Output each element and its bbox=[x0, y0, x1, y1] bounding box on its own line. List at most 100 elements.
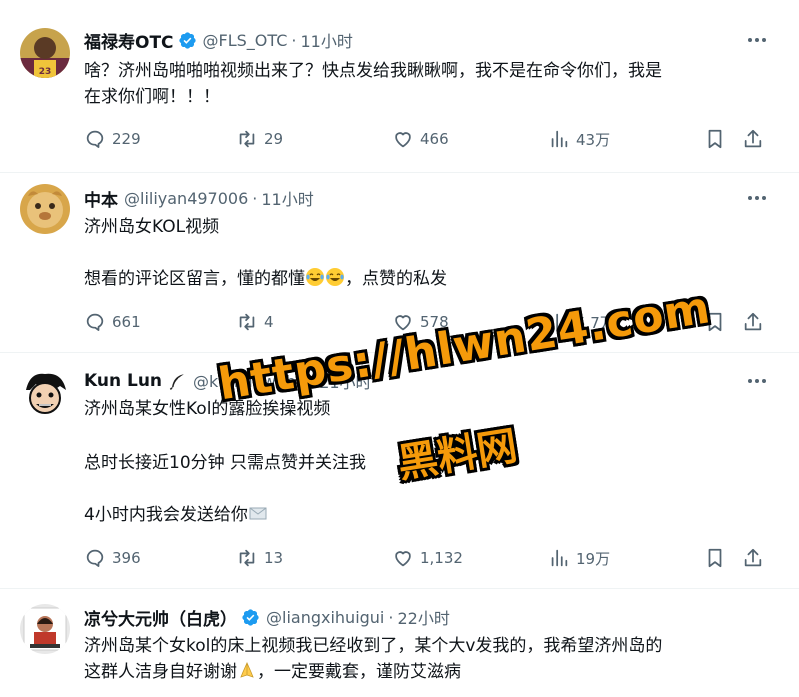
retweet-button[interactable]: 13 bbox=[236, 547, 283, 569]
verified-badge-icon bbox=[242, 608, 259, 626]
feather-emoji-icon bbox=[169, 373, 184, 390]
tweet-text-line: 啥？济州岛啪啪啪视频出来了？快点发给我瞅瞅啊，我不是在命令你们，我是 bbox=[84, 61, 662, 81]
more-options-icon[interactable] bbox=[745, 371, 769, 391]
bookmark-icon bbox=[708, 129, 722, 149]
display-name[interactable]: Kun Lun bbox=[84, 371, 162, 391]
tweet-text-line: 济州岛某个女kol的床上视频我已经收到了，某个大v发我的，我希望济州岛的 bbox=[84, 636, 663, 656]
more-options-icon[interactable] bbox=[745, 188, 769, 208]
reply-icon bbox=[86, 549, 104, 567]
envelope-emoji-icon bbox=[249, 507, 267, 520]
reply-button[interactable]: 661 bbox=[84, 311, 141, 333]
verified-badge-icon bbox=[178, 31, 196, 49]
folded-hands-emoji-icon bbox=[240, 662, 254, 678]
user-handle[interactable]: @liliyan497006 bbox=[124, 189, 248, 208]
heart-icon bbox=[395, 132, 411, 148]
like-button[interactable]: 1,132 bbox=[392, 547, 463, 569]
reply-count: 229 bbox=[112, 130, 141, 148]
views-chart-icon bbox=[551, 130, 568, 148]
heart-icon bbox=[395, 315, 411, 331]
view-count: 43万 bbox=[576, 130, 611, 149]
reply-icon bbox=[86, 313, 104, 331]
like-count: 578 bbox=[420, 313, 449, 331]
tweet-text: 济州岛某个女kol的床上视频我已经收到了，某个大v发我的，我希望济州岛的 这群人… bbox=[84, 633, 774, 685]
reply-icon bbox=[86, 130, 104, 148]
timestamp[interactable]: 22小时 bbox=[397, 605, 449, 629]
retweet-icon bbox=[239, 130, 255, 148]
tweet-actions: 229 29 466 43万 bbox=[84, 127, 770, 151]
like-button[interactable]: 578 bbox=[392, 311, 449, 333]
share-button[interactable] bbox=[742, 311, 770, 333]
view-count: 5.7万 bbox=[576, 313, 615, 332]
retweet-count: 13 bbox=[264, 549, 284, 567]
heart-icon bbox=[395, 551, 411, 567]
views-chart-icon bbox=[551, 313, 568, 331]
display-name[interactable]: 中本 bbox=[84, 186, 118, 211]
view-count: 19万 bbox=[576, 549, 611, 568]
user-handle[interactable]: @kunlunweb3 bbox=[193, 372, 306, 391]
tweet-text-segment: ，一定要戴套，谨防艾滋病 bbox=[257, 662, 461, 682]
tweet-actions: 396 13 1,132 19万 bbox=[84, 546, 770, 570]
views-button[interactable]: 19万 bbox=[548, 547, 610, 569]
svg-text:23: 23 bbox=[39, 67, 52, 77]
tweet-text-segment: 想看的评论区留言，懂的都懂 bbox=[84, 269, 305, 289]
avatar[interactable] bbox=[20, 604, 70, 654]
tweet[interactable]: Kun Lun @kunlunweb3 · 21小时 济州岛某女性Kol的露脸挨… bbox=[0, 352, 799, 589]
tweet-text-segment: 4小时内我会发送给你 bbox=[84, 505, 248, 525]
views-chart-icon bbox=[551, 549, 568, 567]
like-button[interactable]: 466 bbox=[392, 128, 449, 150]
timestamp[interactable]: 11小时 bbox=[261, 186, 313, 210]
tweet[interactable]: 中本 @liliyan497006 · 11小时 济州岛女KOL视频 想看的评论… bbox=[0, 172, 799, 353]
avatar[interactable] bbox=[20, 184, 70, 234]
display-name[interactable]: 凉兮大元帅（白虎） bbox=[84, 605, 237, 630]
tweet-text-line: 在求你们啊！！！ bbox=[84, 87, 220, 107]
tweet-text-line: 这群人洁身自好谢谢 ，一定要戴套，谨防艾滋病 bbox=[84, 659, 774, 685]
tweet-text-line: 4小时内我会发送给你 bbox=[84, 502, 774, 528]
user-handle[interactable]: @FLS_OTC bbox=[203, 31, 288, 50]
bookmark-button[interactable] bbox=[704, 311, 732, 333]
avatar[interactable]: 23 bbox=[20, 28, 70, 78]
retweet-count: 4 bbox=[264, 313, 274, 331]
bookmark-button[interactable] bbox=[704, 547, 732, 569]
tweet-text-line bbox=[84, 476, 774, 502]
share-button[interactable] bbox=[742, 128, 770, 150]
reply-button[interactable]: 396 bbox=[84, 547, 141, 569]
separator-dot: · bbox=[252, 188, 258, 208]
timestamp[interactable]: 11小时 bbox=[301, 28, 353, 52]
tears-of-joy-emoji-icon bbox=[326, 268, 344, 286]
tweet-text: 济州岛女KOL视频 想看的评论区留言，懂的都懂 ，点赞的私发 bbox=[84, 214, 774, 292]
share-icon bbox=[744, 312, 762, 331]
tweet-actions: 661 4 578 5.7万 bbox=[84, 310, 770, 334]
tweet-text-line: 济州岛女KOL视频 bbox=[84, 217, 220, 237]
tweet[interactable]: 凉兮大元帅（白虎） @liangxihuigui · 22小时 济州岛某个女ko… bbox=[0, 588, 799, 697]
more-options-icon[interactable] bbox=[745, 30, 769, 50]
reply-button[interactable]: 229 bbox=[84, 128, 141, 150]
bookmark-icon bbox=[708, 548, 722, 568]
user-handle[interactable]: @liangxihuigui bbox=[266, 608, 384, 627]
display-name[interactable]: 福禄寿OTC bbox=[84, 28, 174, 53]
share-button[interactable] bbox=[742, 547, 770, 569]
tweet-text-segment: 这群人洁身自好谢谢 bbox=[84, 662, 237, 682]
tweet[interactable]: 23 福禄寿OTC @FLS_OTC · 11小时 啥？济州岛啪啪啪视频出来了？… bbox=[0, 0, 799, 173]
reply-count: 661 bbox=[112, 313, 141, 331]
retweet-button[interactable]: 29 bbox=[236, 128, 283, 150]
tweet-text-line: 总时长接近10分钟 只需点赞并关注我 bbox=[84, 453, 367, 473]
share-icon bbox=[744, 548, 762, 567]
avatar[interactable] bbox=[20, 368, 70, 418]
separator-dot: · bbox=[310, 371, 316, 391]
bookmark-button[interactable] bbox=[704, 128, 732, 150]
like-count: 466 bbox=[420, 130, 449, 148]
tweet-text-line: 想看的评论区留言，懂的都懂 ，点赞的私发 bbox=[84, 266, 774, 292]
reply-count: 396 bbox=[112, 549, 141, 567]
tweet-text: 济州岛某女性Kol的露脸挨操视频 总时长接近10分钟 只需点赞并关注我 4小时内… bbox=[84, 396, 774, 528]
retweet-button[interactable]: 4 bbox=[236, 311, 274, 333]
bookmark-icon bbox=[708, 312, 722, 332]
retweet-icon bbox=[239, 313, 255, 331]
separator-dot: · bbox=[291, 30, 297, 50]
timestamp[interactable]: 21小时 bbox=[319, 369, 371, 393]
views-button[interactable]: 5.7万 bbox=[548, 311, 615, 333]
tweet-text: 啥？济州岛啪啪啪视频出来了？快点发给我瞅瞅啊，我不是在命令你们，我是 在求你们啊… bbox=[84, 58, 774, 110]
tweet-text-segment: ，点赞的私发 bbox=[345, 269, 447, 289]
tears-of-joy-emoji-icon bbox=[306, 268, 324, 286]
views-button[interactable]: 43万 bbox=[548, 128, 610, 150]
tweet-text-line bbox=[84, 422, 774, 448]
